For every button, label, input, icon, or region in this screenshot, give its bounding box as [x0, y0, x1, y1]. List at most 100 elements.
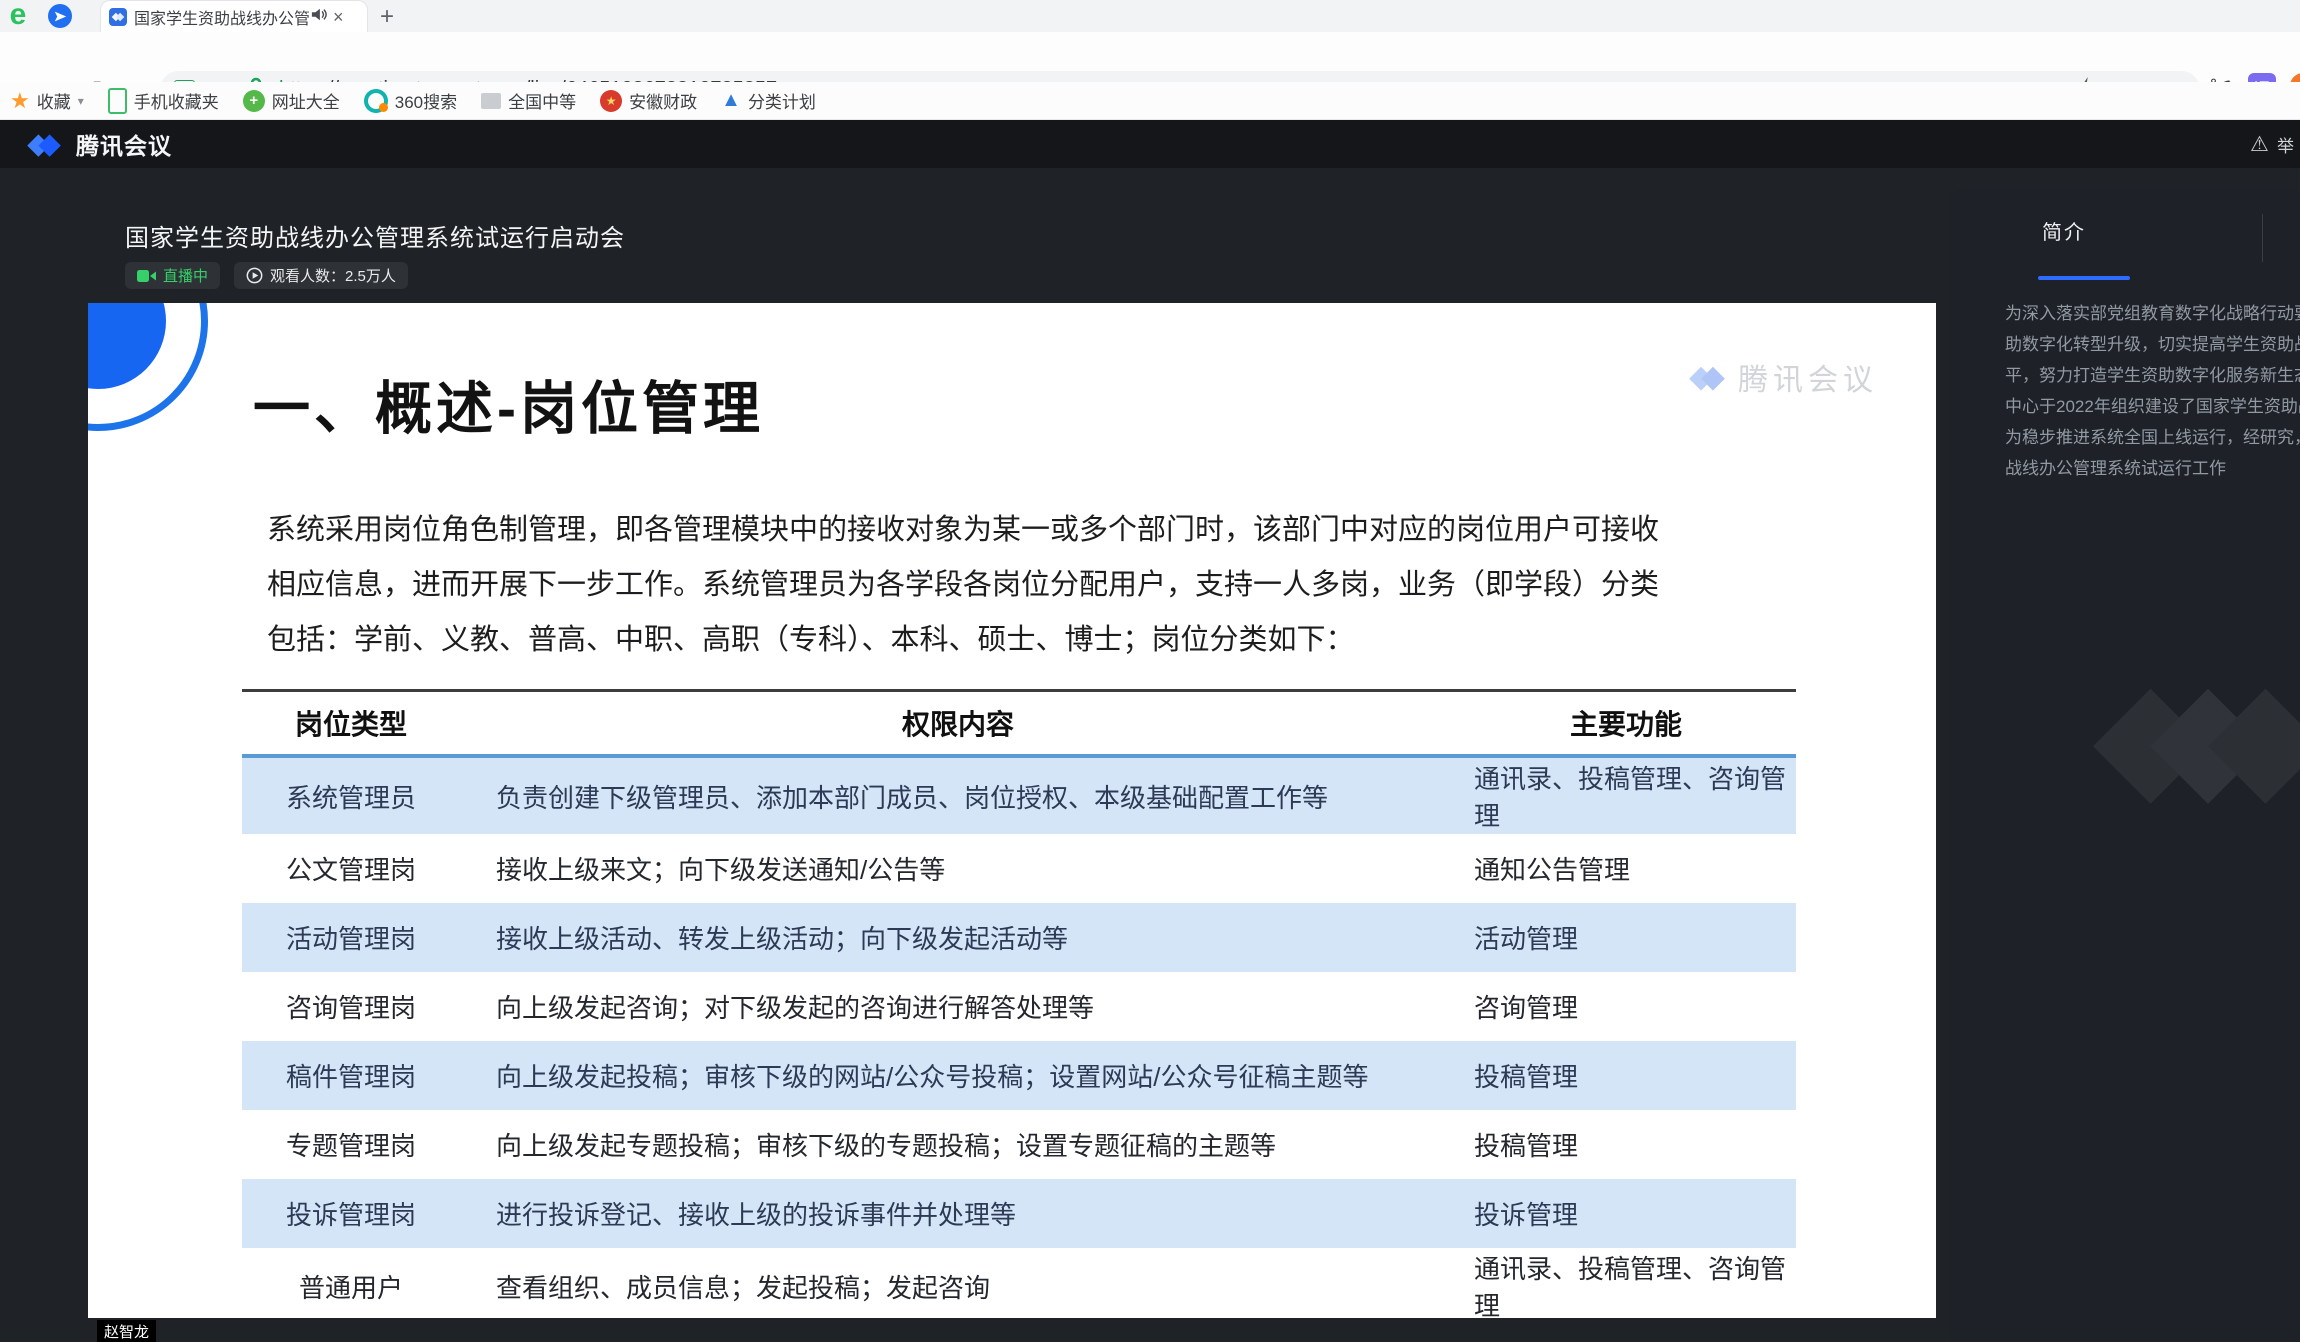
emblem-icon: ★ [600, 90, 622, 112]
slide-heading: 一、概述-岗位管理 [253, 363, 764, 445]
phone-icon [108, 88, 127, 114]
paragraph-line: 相应信息，进而开展下一步工作。系统管理员为各学段各岗位分配用户，支持一人多岗，业… [267, 558, 1659, 613]
cell-functions: 投诉管理 [1456, 1179, 1796, 1248]
cell-functions: 投稿管理 [1456, 1110, 1796, 1179]
cell-role: 活动管理岗 [242, 903, 460, 972]
cell-permissions: 接收上级来文；向下级发送通知/公告等 [460, 834, 1456, 903]
bookmark-360-search[interactable]: 360搜索 [364, 88, 457, 113]
intro-description: 为深入落实部党组教育数字化战略行动要求， 助数字化转型升级，切实提高学生资助战线… [2005, 298, 2300, 484]
slide-paragraph: 系统采用岗位角色制管理，即各管理模块中的接收对象为某一或多个部门时，该部门中对应… [267, 503, 1659, 668]
cell-functions: 通知公告管理 [1456, 834, 1796, 903]
live-badges: 直播中 观看人数：2.5万人 [125, 262, 408, 289]
presenter-name-tag: 赵智龙 [97, 1320, 156, 1342]
bookmark-label: 收藏 [37, 88, 71, 113]
viewers-label: 观看人数：2.5万人 [270, 265, 396, 286]
col-header-permissions: 权限内容 [460, 691, 1456, 757]
table-header-row: 岗位类型 权限内容 主要功能 [242, 691, 1796, 757]
bookmark-site-directory[interactable]: + 网址大全 [243, 88, 340, 113]
cell-role: 公文管理岗 [242, 834, 460, 903]
browser-window: e 国家学生资助战线办公管理 × + ← → ↻ ⌂ 证 腾讯 [0, 0, 2300, 1342]
col-header-role-type: 岗位类型 [242, 691, 460, 757]
live-title: 国家学生资助战线办公管理系统试运行启动会 [125, 218, 625, 253]
info-sidebar: 简介 为深入落实部党组教育数字化战略行动要求， 助数字化转型升级，切实提高学生资… [1950, 190, 2300, 1342]
cell-role: 系统管理员 [242, 756, 460, 834]
report-label[interactable]: 举 [2277, 132, 2294, 157]
meeting-brand-name: 腾讯会议 [76, 127, 172, 161]
bookmark-anhui-finance[interactable]: ★ 安徽财政 [600, 88, 697, 113]
description-line: 助数字化转型升级，切实提高学生资助战线办 [2005, 329, 2300, 360]
pinned-tab-icon[interactable] [48, 4, 72, 28]
table-row: 普通用户 查看组织、成员信息；发起投稿；发起咨询 通讯录、投稿管理、咨询管理 [242, 1248, 1796, 1318]
tab-intro[interactable]: 简介 [2042, 216, 2086, 245]
paragraph-line: 系统采用岗位角色制管理，即各管理模块中的接收对象为某一或多个部门时，该部门中对应… [267, 503, 1659, 558]
active-tab-underline [2038, 276, 2130, 280]
description-line: 平，努力打造学生资助数字化服务新生态，全 [2005, 360, 2300, 391]
cell-permissions: 查看组织、成员信息；发起投稿；发起咨询 [460, 1248, 1456, 1318]
cell-permissions: 向上级发起咨询；对下级发起的咨询进行解答处理等 [460, 972, 1456, 1041]
tab-divider [2262, 214, 2263, 262]
viewers-badge: 观看人数：2.5万人 [234, 262, 408, 289]
search-360-icon [364, 89, 388, 113]
slide-decor-ring [88, 303, 208, 431]
report-warning-icon[interactable]: ⚠ [2250, 132, 2269, 157]
cell-functions: 咨询管理 [1456, 972, 1796, 1041]
table-row: 咨询管理岗 向上级发起咨询；对下级发起的咨询进行解答处理等 咨询管理 [242, 972, 1796, 1041]
table-row: 稿件管理岗 向上级发起投稿；审核下级的网站/公众号投稿；设置网站/公众号征稿主题… [242, 1041, 1796, 1110]
video-slide[interactable]: 腾讯会议 一、概述-岗位管理 系统采用岗位角色制管理，即各管理模块中的接收对象为… [88, 303, 1936, 1318]
meeting-brand[interactable]: 腾讯会议 [22, 127, 172, 161]
cell-permissions: 接收上级活动、转发上级活动；向下级发起活动等 [460, 903, 1456, 972]
bookmark-label: 分类计划 [748, 88, 816, 113]
cell-functions: 通讯录、投稿管理、咨询管理 [1456, 1248, 1796, 1318]
active-tab[interactable]: 国家学生资助战线办公管理 × [100, 0, 368, 32]
meeting-logo-icon [1684, 360, 1730, 394]
cell-permissions: 负责创建下级管理员、添加本部门成员、岗位授权、本级基础配置工作等 [460, 756, 1456, 834]
table-row: 投诉管理岗 进行投诉登记、接收上级的投诉事件并处理等 投诉管理 [242, 1179, 1796, 1248]
slide-watermark: 腾讯会议 [1684, 355, 1878, 399]
description-line: 战线办公管理系统试运行工作 [2005, 453, 2300, 484]
meeting-logo-icon [22, 128, 66, 160]
description-line: 为稳步推进系统全国上线运行，经研究，现开 [2005, 422, 2300, 453]
browser-logo-icon[interactable]: e [4, 2, 32, 30]
play-circle-icon [246, 267, 263, 284]
tab-audio-icon[interactable] [311, 7, 327, 27]
bookmark-label: 全国中等 [508, 88, 576, 113]
cell-role: 咨询管理岗 [242, 972, 460, 1041]
cell-role: 稿件管理岗 [242, 1041, 460, 1110]
bookmark-favorites[interactable]: ★ 收藏 ▾ [10, 88, 84, 114]
bookmark-mobile-favorites[interactable]: 手机收藏夹 [108, 88, 219, 114]
site-directory-icon: + [243, 90, 265, 112]
bookmark-label: 360搜索 [395, 88, 457, 113]
bookmark-classification-plan[interactable]: ▲ 分类计划 [721, 88, 816, 113]
live-status-label: 直播中 [163, 265, 208, 286]
camera-icon [137, 269, 156, 283]
triangle-icon: ▲ [721, 89, 741, 112]
description-line: 中心于2022年组织建设了国家学生资助战线 [2005, 391, 2300, 422]
paragraph-line: 包括：学前、义教、普高、中职、高职（专科）、本科、硕士、博士；岗位分类如下： [267, 613, 1659, 668]
watermark-text: 腾讯会议 [1738, 355, 1878, 399]
cell-functions: 投稿管理 [1456, 1041, 1796, 1110]
tab-close-icon[interactable]: × [333, 8, 344, 26]
cell-role: 普通用户 [242, 1248, 460, 1318]
cell-role: 专题管理岗 [242, 1110, 460, 1179]
table-row: 系统管理员 负责创建下级管理员、添加本部门成员、岗位授权、本级基础配置工作等 通… [242, 756, 1796, 834]
meeting-favicon-icon [109, 8, 127, 26]
cell-functions: 活动管理 [1456, 903, 1796, 972]
flag-icon [481, 93, 501, 109]
paper-plane-icon [54, 10, 67, 23]
sidebar-watermark-logo-icon [2093, 658, 2300, 823]
address-bar: ← → ↻ ⌂ 证 腾讯 https://meeting.tencent.com… [0, 32, 2300, 82]
table-row: 公文管理岗 接收上级来文；向下级发送通知/公告等 通知公告管理 [242, 834, 1796, 903]
meeting-header: 腾讯会议 ⚠ 举 [0, 120, 2300, 168]
bookmark-national[interactable]: 全国中等 [481, 88, 576, 113]
tab-title: 国家学生资助战线办公管理 [134, 5, 309, 29]
cell-permissions: 进行投诉登记、接收上级的投诉事件并处理等 [460, 1179, 1456, 1248]
bookmark-label: 网址大全 [272, 88, 340, 113]
cell-permissions: 向上级发起专题投稿；审核下级的专题投稿；设置专题征稿的主题等 [460, 1110, 1456, 1179]
caret-down-icon: ▾ [78, 94, 84, 108]
table-row: 专题管理岗 向上级发起专题投稿；审核下级的专题投稿；设置专题征稿的主题等 投稿管… [242, 1110, 1796, 1179]
cell-functions: 通讯录、投稿管理、咨询管理 [1456, 756, 1796, 834]
bookmarks-bar: ★ 收藏 ▾ 手机收藏夹 + 网址大全 360搜索 全国中等 ★ 安徽财政 ▲ … [0, 82, 2300, 120]
roles-table: 岗位类型 权限内容 主要功能 系统管理员 负责创建下级管理员、添加本部门成员、岗… [242, 689, 1796, 1318]
new-tab-button[interactable]: + [380, 3, 394, 31]
table-row: 活动管理岗 接收上级活动、转发上级活动；向下级发起活动等 活动管理 [242, 903, 1796, 972]
